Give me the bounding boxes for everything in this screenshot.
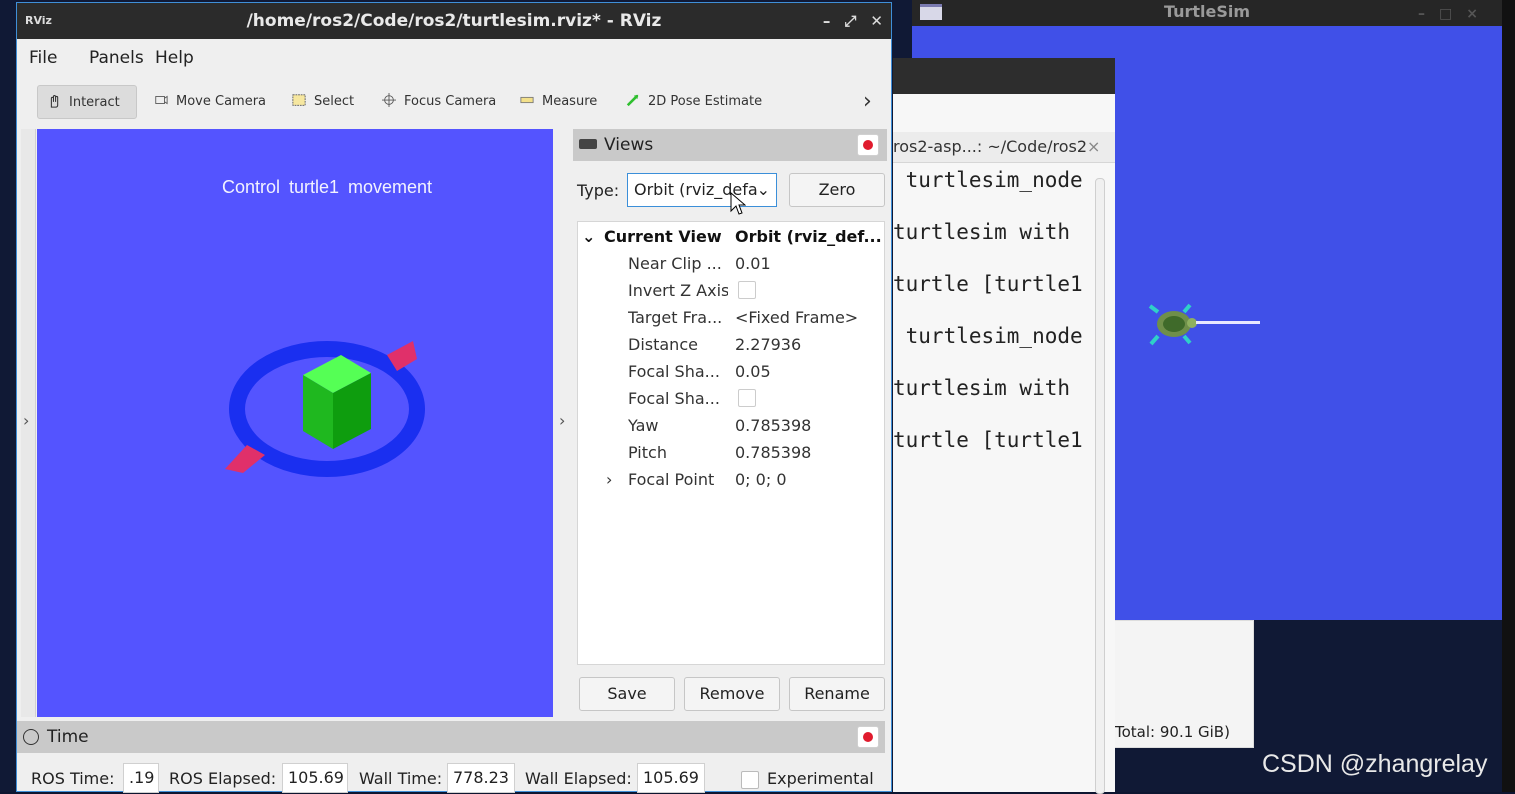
views-panel-title: Views bbox=[604, 135, 654, 155]
focus-camera-tool-button[interactable]: Focus Camera bbox=[373, 85, 504, 119]
property-row[interactable]: Pitch 0.785398 bbox=[578, 439, 884, 466]
window-controls[interactable]: – ⤢ ✕ bbox=[809, 3, 883, 39]
invert-z-checkbox[interactable] bbox=[738, 281, 756, 299]
toolbar: Interact Move Camera Select Focus Camera… bbox=[17, 77, 891, 127]
property-row[interactable]: Yaw 0.785398 bbox=[578, 412, 884, 439]
close-panel-icon[interactable] bbox=[857, 134, 879, 156]
rename-button[interactable]: Rename bbox=[789, 677, 885, 711]
remove-button[interactable]: Remove bbox=[684, 677, 780, 711]
terminal-line: turtlesim with bbox=[893, 220, 1071, 244]
views-panel-header: Views bbox=[573, 129, 887, 161]
wall-elapsed-label: Wall Elapsed: bbox=[525, 769, 632, 788]
chevron-down-icon: ⌄ bbox=[756, 180, 770, 199]
ros-time-label: ROS Time: bbox=[31, 769, 115, 788]
left-dock-collapsed[interactable]: › bbox=[21, 129, 36, 717]
chevron-down-icon[interactable]: ⌄ bbox=[582, 223, 595, 250]
property-row[interactable]: Distance 2.27936 bbox=[578, 331, 884, 358]
terminal-tab[interactable]: ros2-asp...: ~/Code/ros2 × bbox=[893, 132, 1115, 163]
terminal-output: turtlesim_node turtlesim with turtle [tu… bbox=[893, 168, 1093, 480]
minimize-icon[interactable]: – bbox=[823, 12, 831, 30]
render-overlay-text: Control turtle1 movement bbox=[221, 177, 433, 197]
terminal-line: turtlesim with bbox=[893, 376, 1071, 400]
close-icon[interactable]: ✕ bbox=[870, 12, 883, 30]
property-row[interactable]: Invert Z Axis bbox=[578, 277, 884, 304]
move-camera-icon bbox=[155, 95, 168, 105]
screen-edge bbox=[1502, 0, 1515, 792]
move-camera-tool-button[interactable]: Move Camera bbox=[145, 85, 274, 119]
rviz-title-bar[interactable]: RViz /home/ros2/Code/ros2/turtlesim.rviz… bbox=[17, 3, 891, 39]
terminal-title-bar[interactable] bbox=[893, 58, 1115, 94]
current-view-row[interactable]: ⌄ Current View Orbit (rviz_def... bbox=[578, 223, 884, 250]
clock-icon bbox=[23, 729, 39, 745]
property-row[interactable]: › Focal Point 0; 0; 0 bbox=[578, 466, 884, 493]
interact-tool-button[interactable]: Interact bbox=[37, 85, 137, 119]
rviz-window: RViz /home/ros2/Code/ros2/turtlesim.rviz… bbox=[16, 2, 892, 793]
view-type-select[interactable]: Orbit (rviz_defa ⌄ bbox=[627, 173, 777, 207]
turtle-icon bbox=[1148, 303, 1197, 346]
ros-elapsed-field[interactable]: 105.69 bbox=[282, 763, 348, 793]
toolbar-more-chevron-icon[interactable]: › bbox=[863, 89, 872, 114]
property-row[interactable]: Near Clip ... 0.01 bbox=[578, 250, 884, 277]
view-properties-tree: ⌄ Current View Orbit (rviz_def... Near C… bbox=[577, 221, 885, 665]
watermark-text: CSDN @zhangrelay bbox=[1262, 750, 1488, 778]
select-icon bbox=[292, 94, 306, 106]
window-controls[interactable]: –□× bbox=[1418, 2, 1492, 26]
system-monitor-window: Total: 90.1 GiB) bbox=[1114, 620, 1254, 748]
maximize-icon[interactable]: ⤢ bbox=[844, 12, 856, 30]
terminal-scrollbar[interactable] bbox=[1095, 178, 1105, 794]
interactive-marker[interactable] bbox=[207, 329, 427, 489]
terminal-line: turtlesim_node bbox=[893, 168, 1083, 192]
3d-render-view[interactable]: Control turtle1 movement bbox=[37, 129, 553, 717]
zero-button[interactable]: Zero bbox=[789, 173, 885, 207]
time-panel-header: Time bbox=[17, 721, 885, 753]
property-row[interactable]: Focal Sha... bbox=[578, 385, 884, 412]
time-panel-title: Time bbox=[47, 727, 89, 747]
memory-total: Total: 90.1 GiB) bbox=[1115, 723, 1230, 741]
menu-help[interactable]: Help bbox=[155, 48, 194, 68]
hand-icon bbox=[50, 95, 59, 108]
time-panel: Time ROS Time: .19 ROS Elapsed: 105.69 W… bbox=[17, 719, 891, 793]
turtle-trail bbox=[1196, 321, 1260, 324]
focus-camera-icon bbox=[382, 93, 396, 107]
menu-bar: File Panels Help bbox=[17, 39, 891, 77]
close-icon[interactable]: × bbox=[1087, 132, 1100, 162]
property-row[interactable]: Target Fra... <Fixed Frame> bbox=[578, 304, 884, 331]
chevron-right-icon[interactable]: › bbox=[559, 411, 565, 430]
close-panel-icon[interactable] bbox=[857, 726, 879, 748]
turtlesim-title-bar[interactable]: TurtleSim –□× bbox=[912, 0, 1502, 26]
property-row[interactable]: Focal Sha... 0.05 bbox=[578, 358, 884, 385]
time-fields-row: ROS Time: .19 ROS Elapsed: 105.69 Wall T… bbox=[17, 761, 891, 793]
wall-time-field[interactable]: 778.23 bbox=[447, 763, 515, 793]
terminal-line: turtle [turtle1 bbox=[893, 272, 1083, 296]
experimental-checkbox[interactable] bbox=[741, 771, 759, 789]
chevron-right-icon[interactable]: › bbox=[606, 466, 612, 493]
terminal-line: turtle [turtle1 bbox=[893, 428, 1083, 452]
select-tool-button[interactable]: Select bbox=[283, 85, 362, 119]
turtlesim-title: TurtleSim bbox=[1163, 2, 1251, 21]
mouse-cursor-icon bbox=[730, 192, 746, 215]
window-icon bbox=[920, 4, 942, 20]
focal-shape-checkbox[interactable] bbox=[738, 389, 756, 407]
2d-pose-estimate-tool-button[interactable]: 2D Pose Estimate bbox=[617, 85, 770, 119]
wall-time-label: Wall Time: bbox=[359, 769, 443, 788]
experimental-label: Experimental bbox=[767, 769, 874, 788]
ros-elapsed-label: ROS Elapsed: bbox=[169, 769, 277, 788]
ros-time-field[interactable]: .19 bbox=[123, 763, 159, 793]
terminal-tab-title: ros2-asp...: ~/Code/ros2 bbox=[893, 137, 1088, 156]
terminal-line: turtlesim_node bbox=[893, 324, 1083, 348]
menu-panels[interactable]: Panels bbox=[89, 48, 144, 68]
wall-elapsed-field[interactable]: 105.69 bbox=[637, 763, 705, 793]
ruler-icon bbox=[520, 96, 534, 104]
type-label: Type: bbox=[577, 181, 620, 200]
measure-tool-button[interactable]: Measure bbox=[511, 85, 605, 119]
views-panel: Views Type: Orbit (rviz_defa ⌄ Zero ⌄ Cu… bbox=[573, 129, 887, 717]
chevron-right-icon[interactable]: › bbox=[23, 411, 29, 430]
rviz-title: /home/ros2/Code/ros2/turtlesim.rviz* - R… bbox=[246, 11, 662, 31]
pose-arrow-icon bbox=[626, 94, 639, 107]
menu-file[interactable]: File bbox=[29, 48, 57, 68]
rviz-logo: RViz bbox=[25, 14, 52, 27]
terminal-window: ros2-asp...: ~/Code/ros2 × turtlesim_nod… bbox=[893, 58, 1115, 794]
save-button[interactable]: Save bbox=[579, 677, 675, 711]
camera-icon bbox=[579, 139, 597, 149]
